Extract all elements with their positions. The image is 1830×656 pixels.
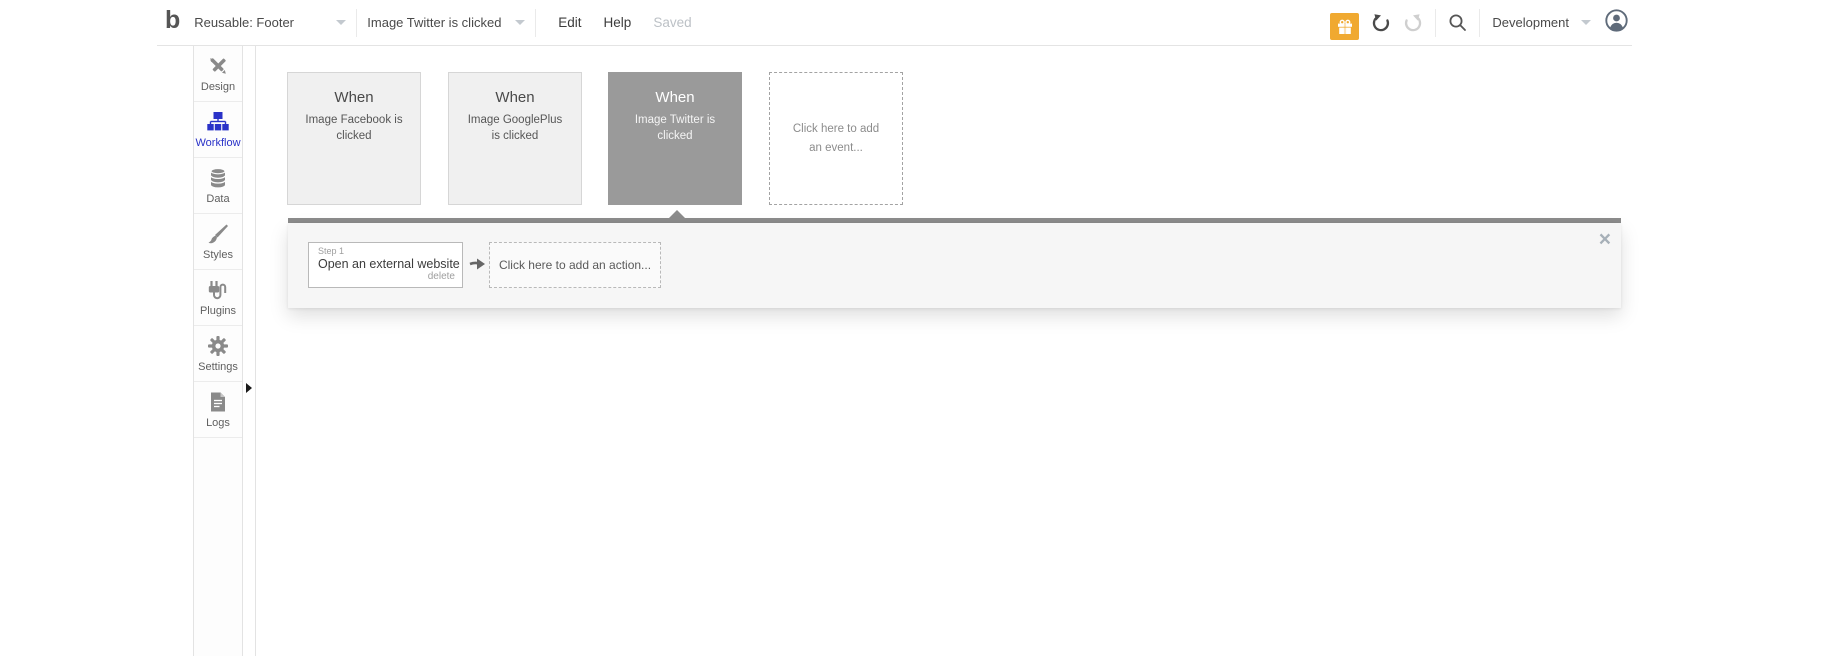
event-title: When xyxy=(655,89,695,106)
logs-icon xyxy=(211,392,225,411)
add-event-label: Click here to add an event... xyxy=(792,123,880,154)
environment-dropdown[interactable]: Development xyxy=(1480,0,1597,46)
design-icon xyxy=(210,57,226,74)
redo-button[interactable] xyxy=(1403,13,1423,33)
redo-icon xyxy=(1405,13,1422,31)
sidebar-item-settings[interactable]: Settings xyxy=(194,326,242,382)
environment-dropdown-value: Development xyxy=(1492,15,1569,30)
top-bar: b Reusable: Footer Image Twitter is clic… xyxy=(157,0,1632,46)
action-panel: Step 1 Open an external website delete C… xyxy=(288,218,1621,308)
sidebar-item-logs[interactable]: Logs xyxy=(194,382,242,438)
step-1-action-box[interactable]: Step 1 Open an external website delete xyxy=(308,242,463,288)
undo-button[interactable] xyxy=(1371,13,1391,33)
data-icon xyxy=(210,167,226,187)
sidebar-item-workflow[interactable]: Workflow xyxy=(194,102,242,158)
sidebar-item-data[interactable]: Data xyxy=(194,158,242,214)
sidebar-item-label: Styles xyxy=(203,248,233,261)
page-dropdown[interactable]: Reusable: Footer xyxy=(184,0,356,46)
divider xyxy=(535,8,537,37)
divider xyxy=(1435,8,1437,37)
page-dropdown-value: Reusable: Footer xyxy=(194,15,295,30)
event-subtitle: Image Twitter is clicked xyxy=(634,114,716,142)
sidebar-item-styles[interactable]: Styles xyxy=(194,214,242,270)
event-title: When xyxy=(334,89,374,106)
step-action-title: Open an external website xyxy=(318,257,460,271)
panel-caret-icon xyxy=(669,210,685,218)
event-card-twitter-selected[interactable]: When Image Twitter is clicked xyxy=(608,72,742,205)
element-dropdown[interactable]: Image Twitter is clicked xyxy=(357,0,535,46)
chevron-down-icon xyxy=(1581,20,1591,25)
bubble-logo[interactable]: b xyxy=(165,8,180,37)
search-icon xyxy=(1449,14,1467,31)
chevron-down-icon xyxy=(336,20,347,25)
left-tab-bar: Design Workflow Data Styles Plugins Sett… xyxy=(193,46,243,656)
step-delete-link[interactable]: delete xyxy=(309,271,462,282)
event-card-facebook[interactable]: When Image Facebook is clicked xyxy=(287,72,421,205)
panel-body: Step 1 Open an external website delete C… xyxy=(288,223,1621,308)
workflow-icon xyxy=(207,111,229,130)
gift-icon xyxy=(1337,19,1352,34)
event-card-googleplus[interactable]: When Image GooglePlus is clicked xyxy=(448,72,582,205)
workflow-canvas[interactable]: When Image Facebook is clicked When Imag… xyxy=(255,46,1632,656)
element-dropdown-value: Image Twitter is clicked xyxy=(367,15,502,30)
add-action-button[interactable]: Click here to add an action... xyxy=(489,242,661,288)
search-button[interactable] xyxy=(1448,13,1467,32)
add-event-button[interactable]: Click here to add an event... xyxy=(769,72,903,205)
saved-status: Saved xyxy=(653,15,692,30)
user-avatar-icon xyxy=(1605,8,1628,32)
chevron-down-icon xyxy=(515,20,526,25)
sidebar-item-label: Settings xyxy=(198,360,238,373)
step-label: Step 1 xyxy=(318,246,345,256)
step-arrow xyxy=(469,256,486,277)
undo-icon xyxy=(1373,13,1390,31)
sidebar-item-plugins[interactable]: Plugins xyxy=(194,270,242,326)
styles-icon xyxy=(208,224,228,243)
user-avatar[interactable] xyxy=(1605,8,1628,37)
add-action-label: Click here to add an action... xyxy=(498,258,652,272)
help-menu[interactable]: Help xyxy=(604,15,632,30)
edit-menu[interactable]: Edit xyxy=(558,15,581,30)
sidebar-item-label: Data xyxy=(206,192,230,205)
panel-close-icon[interactable]: × xyxy=(1599,229,1611,250)
arrow-right-icon xyxy=(469,258,485,270)
event-subtitle: Image GooglePlus is clicked xyxy=(467,114,563,142)
sidebar-expand-handle[interactable] xyxy=(246,383,252,393)
bubble-workflow-editor: b Reusable: Footer Image Twitter is clic… xyxy=(0,0,1830,656)
plugins-icon xyxy=(208,280,227,299)
gift-button[interactable] xyxy=(1330,13,1360,40)
event-subtitle: Image Facebook is clicked xyxy=(305,114,403,142)
sidebar-item-label: Workflow xyxy=(195,136,241,149)
sidebar-item-design[interactable]: Design xyxy=(194,46,242,102)
settings-icon xyxy=(208,335,228,356)
sidebar-item-label: Plugins xyxy=(199,304,237,317)
sidebar-item-label: Logs xyxy=(206,416,230,429)
sidebar-item-label: Design xyxy=(200,80,236,93)
event-title: When xyxy=(495,89,535,106)
